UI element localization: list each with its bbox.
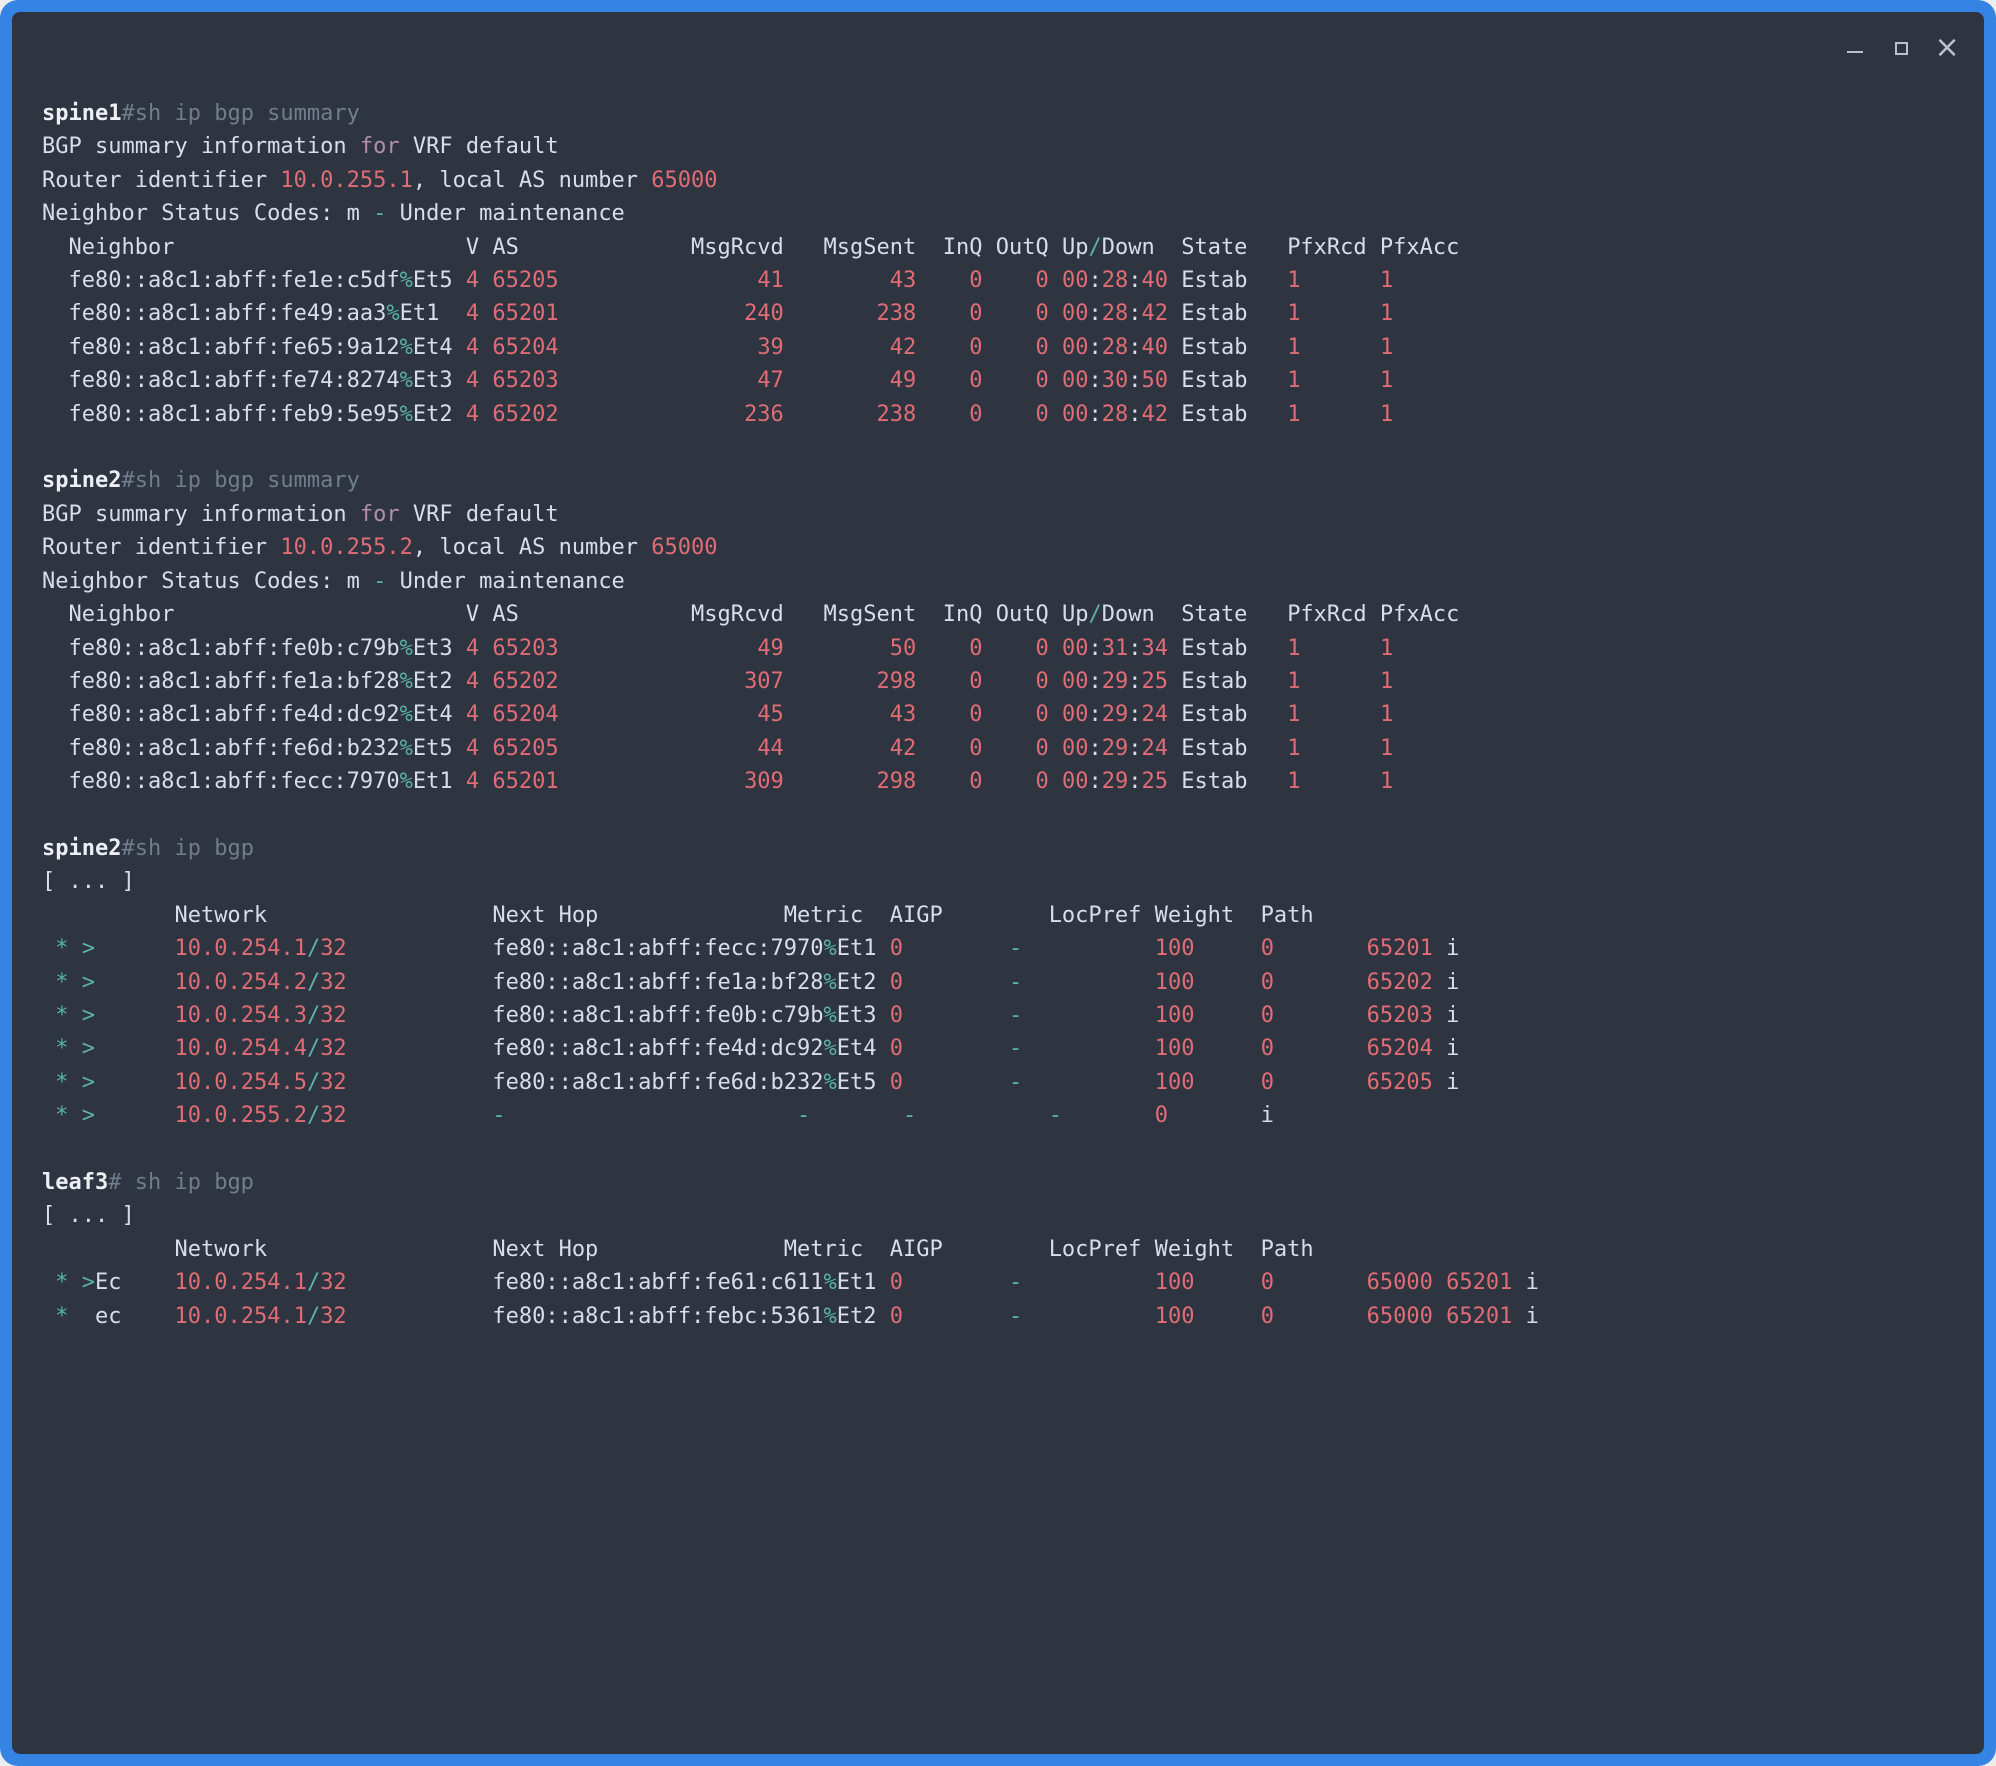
terminal-line: Neighbor Status Codes: m - Under mainten… — [42, 565, 1960, 598]
maximize-icon — [1895, 42, 1908, 55]
terminal-line: fe80::a8c1:abff:fe1a:bf28%Et2 4 65202 30… — [42, 665, 1960, 698]
app-window: × spine1#sh ip bgp summaryBGP summary in… — [0, 0, 1996, 1766]
terminal-line: * > 10.0.254.4/32 fe80::a8c1:abff:fe4d:d… — [42, 1032, 1960, 1065]
terminal-line: Network Next Hop Metric AIGP LocPref Wei… — [42, 1233, 1960, 1266]
terminal-line: fe80::a8c1:abff:fe4d:dc92%Et4 4 65204 45… — [42, 698, 1960, 731]
terminal-line — [42, 431, 1960, 464]
terminal-line — [42, 799, 1960, 832]
terminal-line: BGP summary information for VRF default — [42, 130, 1960, 163]
terminal-line: spine2#sh ip bgp summary — [42, 464, 1960, 497]
terminal-line: fe80::a8c1:abff:fe74:8274%Et3 4 65203 47… — [42, 364, 1960, 397]
terminal-line: fe80::a8c1:abff:fe0b:c79b%Et3 4 65203 49… — [42, 632, 1960, 665]
terminal-line: leaf3# sh ip bgp — [42, 1166, 1960, 1199]
terminal-line: spine1#sh ip bgp summary — [42, 97, 1960, 130]
terminal-line: Neighbor V AS MsgRcvd MsgSent InQ OutQ U… — [42, 598, 1960, 631]
terminal-line: fe80::a8c1:abff:fe6d:b232%Et5 4 65205 44… — [42, 732, 1960, 765]
terminal-line: [ ... ] — [42, 865, 1960, 898]
terminal-output[interactable]: spine1#sh ip bgp summaryBGP summary info… — [12, 72, 1984, 1754]
terminal-line: * > 10.0.254.2/32 fe80::a8c1:abff:fe1a:b… — [42, 966, 1960, 999]
terminal-line: * > 10.0.255.2/32 - - - - 0 i — [42, 1099, 1960, 1132]
terminal-line: fe80::a8c1:abff:feb9:5e95%Et2 4 65202 23… — [42, 398, 1960, 431]
close-button[interactable]: × — [1936, 37, 1958, 59]
terminal-line: Router identifier 10.0.255.1, local AS n… — [42, 164, 1960, 197]
terminal-line — [42, 1133, 1960, 1166]
terminal-line: * >Ec 10.0.254.1/32 fe80::a8c1:abff:fe61… — [42, 1266, 1960, 1299]
window-controls: × — [1844, 37, 1958, 59]
terminal-window: × spine1#sh ip bgp summaryBGP summary in… — [12, 12, 1984, 1754]
terminal-line: Neighbor V AS MsgRcvd MsgSent InQ OutQ U… — [42, 231, 1960, 264]
terminal-line: * ec 10.0.254.1/32 fe80::a8c1:abff:febc:… — [42, 1300, 1960, 1333]
close-icon: × — [1934, 37, 1959, 59]
terminal-line: fe80::a8c1:abff:fe65:9a12%Et4 4 65204 39… — [42, 331, 1960, 364]
maximize-button[interactable] — [1890, 37, 1912, 59]
terminal-line: Neighbor Status Codes: m - Under mainten… — [42, 197, 1960, 230]
terminal-line: fe80::a8c1:abff:fecc:7970%Et1 4 65201 30… — [42, 765, 1960, 798]
terminal-line: * > 10.0.254.1/32 fe80::a8c1:abff:fecc:7… — [42, 932, 1960, 965]
minimize-icon — [1847, 51, 1863, 53]
minimize-button[interactable] — [1844, 37, 1866, 59]
terminal-line: [ ... ] — [42, 1199, 1960, 1232]
terminal-line: fe80::a8c1:abff:fe49:aa3%Et1 4 65201 240… — [42, 297, 1960, 330]
terminal-line: Network Next Hop Metric AIGP LocPref Wei… — [42, 899, 1960, 932]
terminal-line: Router identifier 10.0.255.2, local AS n… — [42, 531, 1960, 564]
terminal-line: * > 10.0.254.3/32 fe80::a8c1:abff:fe0b:c… — [42, 999, 1960, 1032]
titlebar[interactable]: × — [12, 12, 1984, 72]
terminal-line: BGP summary information for VRF default — [42, 498, 1960, 531]
terminal-line: * > 10.0.254.5/32 fe80::a8c1:abff:fe6d:b… — [42, 1066, 1960, 1099]
terminal-line: fe80::a8c1:abff:fe1e:c5df%Et5 4 65205 41… — [42, 264, 1960, 297]
terminal-line: spine2#sh ip bgp — [42, 832, 1960, 865]
